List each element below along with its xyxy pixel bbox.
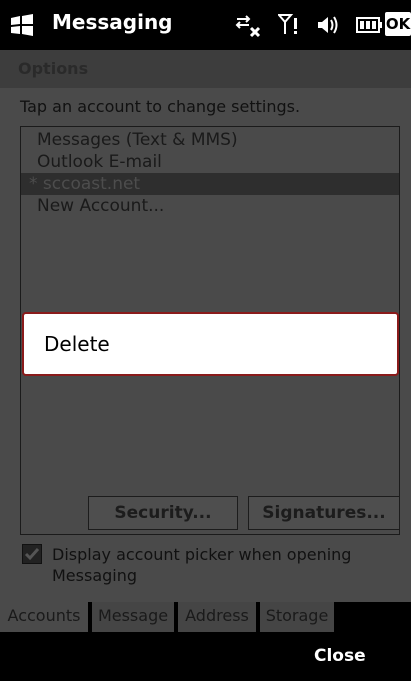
menu-item-delete[interactable]: Delete xyxy=(44,332,110,356)
tab-accounts[interactable]: Accounts xyxy=(0,602,90,632)
account-item-outlook[interactable]: Outlook E-mail xyxy=(21,151,399,173)
battery-icon xyxy=(356,17,382,33)
signal-icon xyxy=(278,14,297,34)
checkmark-icon xyxy=(24,548,40,561)
context-menu: Delete xyxy=(22,312,399,376)
signatures-button[interactable]: Signatures... xyxy=(248,496,400,530)
windows-start-icon[interactable] xyxy=(9,12,35,38)
tab-storage[interactable]: Storage xyxy=(260,602,336,632)
options-header: Options xyxy=(0,50,411,88)
security-button[interactable]: Security... xyxy=(88,496,238,530)
sync-icon xyxy=(235,15,261,38)
options-header-label: Options xyxy=(18,59,89,78)
volume-icon xyxy=(318,16,338,34)
account-item-sccoast[interactable]: * sccoast.net xyxy=(21,173,399,195)
account-picker-checkbox[interactable] xyxy=(22,544,42,564)
close-softkey[interactable]: Close xyxy=(314,646,366,666)
ok-button[interactable]: OK xyxy=(385,12,411,36)
tab-message[interactable]: Message xyxy=(92,602,176,632)
tab-bar: Accounts Message Address Storage xyxy=(0,602,411,632)
tab-address[interactable]: Address xyxy=(178,602,258,632)
account-picker-label: Display account picker when opening Mess… xyxy=(52,545,352,585)
account-item-messages[interactable]: Messages (Text & MMS) xyxy=(21,129,399,151)
softkey-bar: Close xyxy=(0,632,411,681)
title-bar: Messaging OK xyxy=(0,0,411,50)
instruction-text: Tap an account to change settings. xyxy=(20,97,301,116)
app-title: Messaging xyxy=(52,10,173,34)
account-item-new-account[interactable]: New Account... xyxy=(21,195,399,217)
